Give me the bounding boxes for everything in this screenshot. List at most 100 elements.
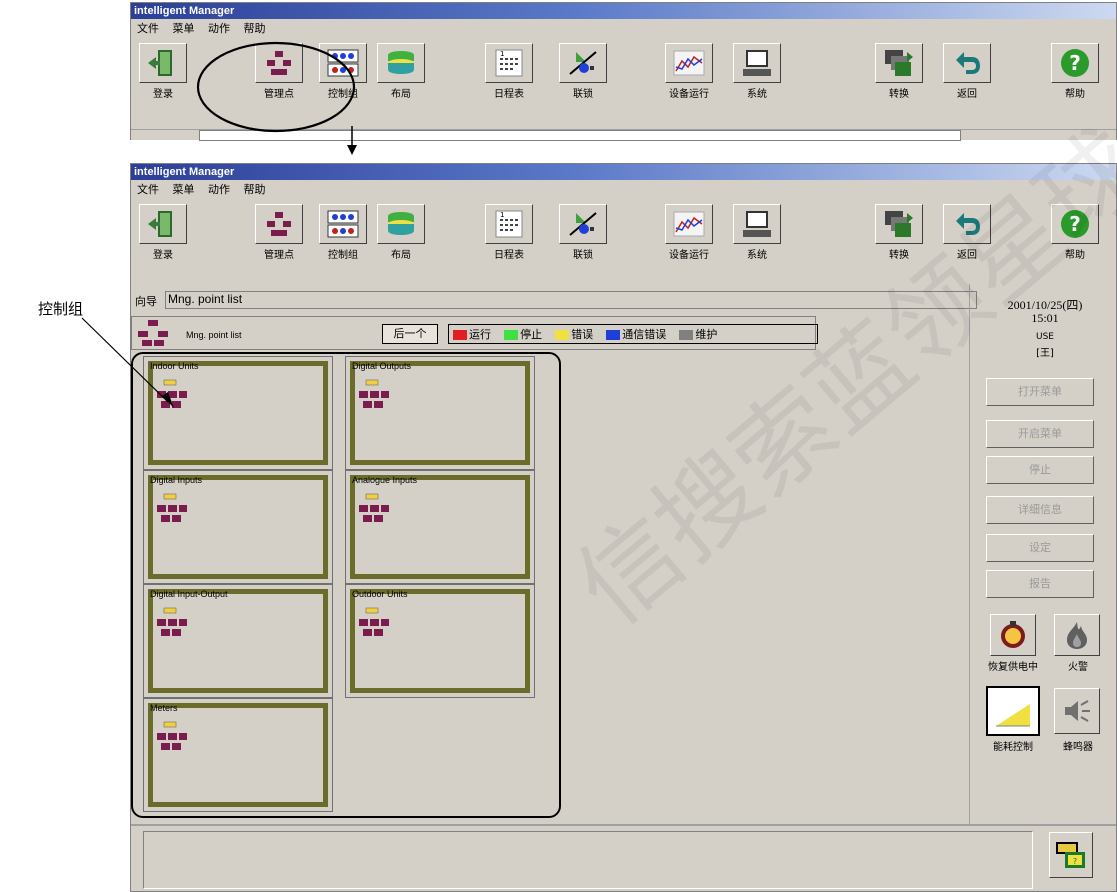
keyboard-icon: ? <box>1056 842 1085 868</box>
details-button[interactable]: 详细信息 <box>986 496 1094 524</box>
menu-help[interactable]: 帮助 <box>244 22 266 35</box>
toolbar-label: 布局 <box>391 250 411 261</box>
menu-menu[interactable]: 菜单 <box>173 183 195 196</box>
legend-swatch-run <box>453 329 467 340</box>
toolbar-label: 管理点 <box>264 250 294 261</box>
toolbar-label: 联锁 <box>573 89 593 100</box>
ellipse-annotation <box>196 41 356 133</box>
menu-action[interactable]: 动作 <box>208 183 230 196</box>
toolbar-button-help[interactable]: ? <box>1051 43 1099 83</box>
fire-alarm-icon <box>1067 622 1087 649</box>
next-button[interactable]: 后一个 <box>382 324 438 344</box>
toolbar-button-switch[interactable] <box>875 204 923 244</box>
top-window-title: intelligent Manager <box>131 3 1116 19</box>
menu-file[interactable]: 文件 <box>137 183 159 196</box>
power-restore-label: 恢复供电中 <box>988 662 1038 673</box>
toolbar-label: 登录 <box>153 89 173 100</box>
buzzer-tile <box>1054 688 1100 734</box>
toolbar-button-login-door[interactable] <box>139 43 187 83</box>
energy-control-label: 能耗控制 <box>993 742 1033 753</box>
list-header-title: Mng. point list <box>186 330 242 340</box>
user-label: USE <box>1036 332 1054 342</box>
fire-alarm-label: 火警 <box>1068 662 1088 673</box>
fire-alarm-tile <box>1054 614 1100 656</box>
toolbar-button-interlock[interactable] <box>559 43 607 83</box>
toolbar-button-help[interactable]: ? <box>1051 204 1099 244</box>
toolbar-label: 系统 <box>747 89 767 100</box>
toolbar-button-layout[interactable] <box>377 204 425 244</box>
nav-label: 向导 <box>135 295 157 308</box>
toolbar-button-back[interactable] <box>943 43 991 83</box>
menu-file[interactable]: 文件 <box>137 22 159 35</box>
toolbar-label: 日程表 <box>494 250 524 261</box>
top-menubar: 文件 菜单 动作 帮助 <box>131 20 1116 38</box>
toolbar-button-switch[interactable] <box>875 43 923 83</box>
legend-swatch-error <box>555 329 570 340</box>
menu-help[interactable]: 帮助 <box>244 183 266 196</box>
open-menu-button[interactable]: 打开菜单 <box>986 378 1094 406</box>
toolbar-label: 返回 <box>957 250 977 261</box>
svg-text:1: 1 <box>500 50 504 58</box>
message-area <box>143 831 1033 889</box>
toolbar-label: 日程表 <box>494 89 524 100</box>
nav-path-field: Mng. point list <box>165 291 977 309</box>
toolbar-button-equipment-run[interactable] <box>665 204 713 244</box>
main-menubar: 文件 菜单 动作 帮助 <box>131 181 1116 199</box>
stop-button[interactable]: 停止 <box>986 456 1094 484</box>
menu-action[interactable]: 动作 <box>208 22 230 35</box>
legend-swatch-comm-error <box>606 329 621 340</box>
toolbar-label: 转换 <box>889 89 909 100</box>
nav-path: Mng. point list <box>168 292 243 306</box>
next-button-label: 后一个 <box>393 327 427 340</box>
svg-text:?: ? <box>1069 51 1081 75</box>
buzzer-button[interactable]: 蜂鸣器 <box>1048 686 1108 753</box>
toolbar-button-back[interactable] <box>943 204 991 244</box>
start-menu-button[interactable]: 开启菜单 <box>986 420 1094 448</box>
buzzer-label: 蜂鸣器 <box>1063 742 1093 753</box>
legend-swatch-maintenance <box>679 329 694 340</box>
status-bar-divider <box>131 824 1116 826</box>
annotation-leader-line <box>81 317 174 408</box>
toolbar-button-system[interactable] <box>733 204 781 244</box>
legend-label-maintenance: 维护 <box>695 327 718 341</box>
menu-menu[interactable]: 菜单 <box>173 22 195 35</box>
legend-label-comm-error: 通信错误 <box>622 327 667 341</box>
toolbar-label: 系统 <box>747 250 767 261</box>
toolbar-label: 登录 <box>153 250 173 261</box>
toolbar-label: 布局 <box>391 89 411 100</box>
annotation-label: 控制组 <box>38 300 84 318</box>
energy-control-icon <box>996 704 1030 727</box>
toolbar-label: 帮助 <box>1065 89 1085 100</box>
tile-group-annotation <box>131 352 561 818</box>
toolbar-button-schedule[interactable]: 1 <box>485 43 533 83</box>
toolbar-button-equipment-run[interactable] <box>665 43 713 83</box>
svg-text:?: ? <box>1069 212 1081 236</box>
user-value[interactable]: [王] <box>980 344 1110 359</box>
main-window: intelligent Manager 文件 菜单 动作 帮助 登录 管理点 控制组… <box>130 163 1117 892</box>
time-display: 15:01 <box>1031 311 1059 325</box>
keyboard-button[interactable]: ? <box>1049 832 1093 878</box>
toolbar-button-interlock[interactable] <box>559 204 607 244</box>
power-restore-button[interactable]: 恢复供电中 <box>984 614 1044 673</box>
toolbar-label: 控制组 <box>328 250 358 261</box>
energy-control-button[interactable]: 能耗控制 <box>984 686 1044 753</box>
toolbar-button-control-group[interactable] <box>319 204 367 244</box>
svg-text:?: ? <box>1073 857 1077 866</box>
toolbar-label: 帮助 <box>1065 250 1085 261</box>
status-legend: 运行 停止 错误 通信错误 维护 <box>448 324 818 344</box>
side-panel: 2001/10/25(四) 15:01 USE [王] 打开菜单 开启菜单 停止… <box>969 284 1117 824</box>
toolbar-button-system[interactable] <box>733 43 781 83</box>
toolbar-label: 设备运行 <box>669 250 709 261</box>
toolbar-button-layout[interactable] <box>377 43 425 83</box>
toolbar-button-management-point[interactable] <box>255 204 303 244</box>
toolbar-label: 转换 <box>889 250 909 261</box>
buzzer-icon <box>1065 700 1090 722</box>
legend-swatch-stop <box>504 329 519 340</box>
settings-button[interactable]: 设定 <box>986 534 1094 562</box>
fire-alarm-button[interactable]: 火警 <box>1048 614 1108 673</box>
toolbar-button-schedule[interactable]: 1 <box>485 204 533 244</box>
toolbar-label: 联锁 <box>573 250 593 261</box>
report-button[interactable]: 报告 <box>986 570 1094 598</box>
main-window-title: intelligent Manager <box>131 164 1116 180</box>
toolbar-button-login-door[interactable] <box>139 204 187 244</box>
